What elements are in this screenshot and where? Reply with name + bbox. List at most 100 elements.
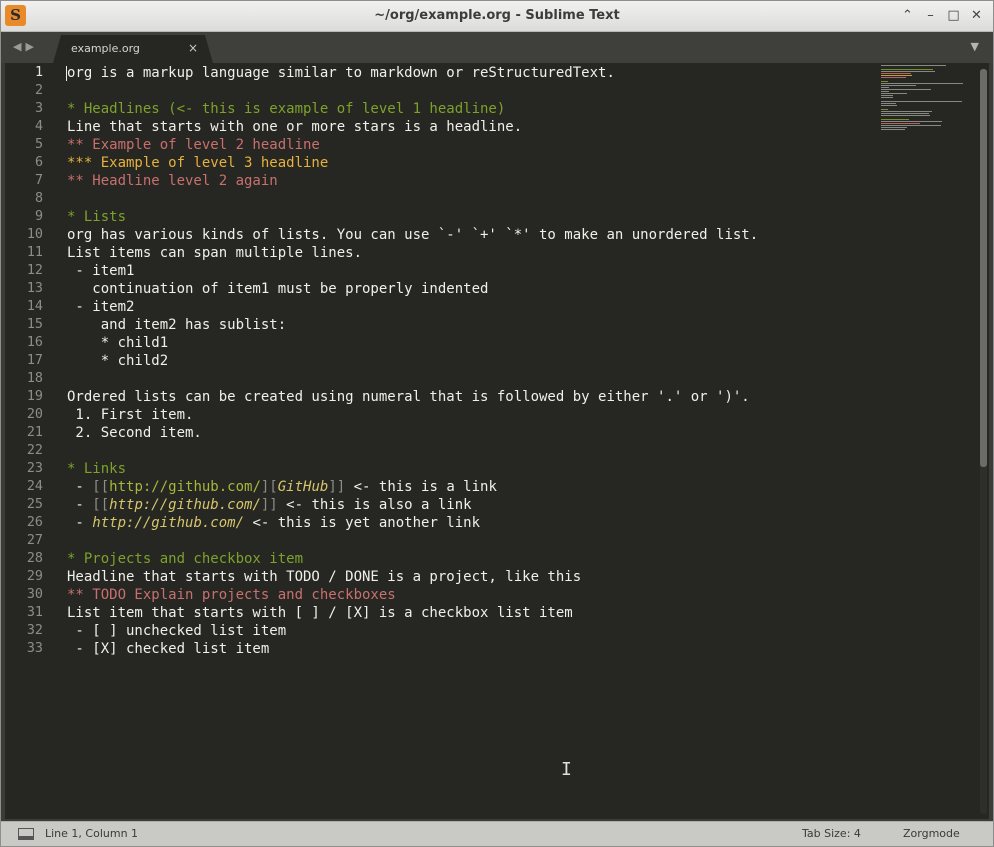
code-line[interactable]: 15 and item2 has sublist: [5,316,885,334]
code-line[interactable]: 26 - http://github.com/ <- this is yet a… [5,514,885,532]
panel-toggle-icon[interactable] [18,828,34,840]
tab-size[interactable]: Tab Size: 4 [802,827,861,840]
line-number: 32 [26,623,43,638]
minimap-line [881,77,906,78]
code-text: * Headlines (<- this is example of level… [67,100,505,118]
minimap-line [881,81,888,82]
code-line[interactable]: 13 continuation of item1 must be properl… [5,280,885,298]
maximize-up-icon[interactable]: ⌃ [899,7,916,24]
code-segment: - item2 [67,299,135,315]
line-number: 29 [26,569,43,584]
maximize-button[interactable]: □ [945,7,962,24]
vertical-scrollbar[interactable] [980,69,987,814]
code-text: org is a markup language similar to mark… [67,64,615,82]
minimap-line [881,113,929,114]
minimap-line [881,105,897,106]
line-number: 15 [26,317,43,332]
tab-example-org[interactable]: example.org × [53,35,213,63]
code-line[interactable]: 16 * child1 [5,334,885,352]
minimap-line [881,103,896,104]
code-line[interactable]: 3 * Headlines (<- this is example of leve… [5,100,885,118]
code-line[interactable]: 30 ** TODO Explain projects and checkboxe… [5,586,885,604]
code-line[interactable]: 19 Ordered lists can be created using num… [5,388,885,406]
code-segment: ]] [328,479,346,495]
code-text: * child2 [67,352,168,370]
code-segment: and item2 has sublist: [67,317,287,333]
code-line[interactable]: 27 [5,532,885,550]
line-number: 6 [34,155,43,170]
code-line[interactable]: 11 List items can span multiple lines. [5,244,885,262]
code-segment: <- this is a link [345,479,497,495]
code-line[interactable]: 33 - [X] checked list item [5,640,885,658]
minimize-button[interactable]: – [922,7,939,24]
code-segment: 2. Second item. [67,425,202,441]
minimap-line [881,89,931,90]
code-line[interactable]: 31 List item that starts with [ ] / [X] i… [5,604,885,622]
minimap-line [881,85,916,86]
code-segment: <- this is also a link [277,497,472,513]
minimap-line [881,69,933,70]
code-segment: * Links [67,461,127,477]
code-line[interactable]: 1 org is a markup language similar to mar… [5,64,885,82]
line-number: 1 [34,65,43,80]
code-text: * Projects and checkbox item [67,550,303,568]
code-line[interactable]: 7 ** Headline level 2 again [5,172,885,190]
code-line[interactable]: 22 [5,442,885,460]
code-segment: Headline that starts with TODO / DONE is… [67,569,582,585]
line-number: 22 [26,443,43,458]
code-line[interactable]: 12 - item1 [5,262,885,280]
code-line[interactable]: 20 1. First item. [5,406,885,424]
line-number: 13 [26,281,43,296]
code-text: ** TODO Explain projects and checkboxes [67,586,396,604]
line-number: 11 [26,245,43,260]
close-button[interactable]: ✕ [968,7,985,24]
minimap[interactable] [881,63,971,133]
code-line[interactable]: 8 [5,190,885,208]
code-segment: - [67,479,93,495]
code-line[interactable]: 9 * Lists [5,208,885,226]
code-text: - item2 [67,298,134,316]
code-segment: * child2 [67,353,169,369]
code-segment: - [67,515,93,531]
code-line[interactable]: 4 Line that starts with one or more stars… [5,118,885,136]
code-segment: ][ [260,479,278,495]
line-number: 20 [26,407,43,422]
tab-close-icon[interactable]: × [188,41,198,55]
code-text: ** Example of level 2 headline [67,136,320,154]
code-line[interactable]: 6 *** Example of level 3 headline [5,154,885,172]
code-line[interactable]: 14 - item2 [5,298,885,316]
tab-nav-arrows-icon[interactable]: ◀▶ [13,40,38,53]
code-line[interactable]: 17 * child2 [5,352,885,370]
code-segment: * Headlines (<- this is example of level… [67,101,506,117]
editor-area[interactable]: 1 org is a markup language similar to mar… [5,63,989,819]
code-line[interactable]: 25 - [[http://github.com/]] <- this is a… [5,496,885,514]
code-line[interactable]: 2 [5,82,885,100]
line-number: 23 [26,461,43,476]
code-line[interactable]: 21 2. Second item. [5,424,885,442]
code-line[interactable]: 32 - [ ] unchecked list item [5,622,885,640]
code-line[interactable]: 10 org has various kinds of lists. You ca… [5,226,885,244]
code-text: List item that starts with [ ] / [X] is … [67,604,573,622]
syntax-mode[interactable]: Zorgmode [903,827,960,840]
line-number: 31 [26,605,43,620]
sublime-window: S ~/org/example.org - Sublime Text ⌃ – □… [0,0,994,847]
line-number: 7 [34,173,43,188]
code-line[interactable]: 5 ** Example of level 2 headline [5,136,885,154]
line-number: 14 [26,299,43,314]
code-line[interactable]: 24 - [[http://github.com/][GitHub]] <- t… [5,478,885,496]
code-line[interactable]: 23 * Links [5,460,885,478]
cursor-position[interactable]: Line 1, Column 1 [45,827,138,840]
minimap-line [881,71,935,72]
scrollbar-thumb[interactable] [980,69,987,467]
status-bar: Line 1, Column 1 Tab Size: 4 Zorgmode [1,821,993,846]
code-line[interactable]: 28 * Projects and checkbox item [5,550,885,568]
tab-menu-chevron-down-icon[interactable]: ▼ [971,40,979,53]
code-text: List items can span multiple lines. [67,244,362,262]
minimap-line [881,97,893,98]
line-number: 8 [34,191,43,206]
minimap-line [881,73,911,74]
code-line[interactable]: 29 Headline that starts with TODO / DONE … [5,568,885,586]
code-text: continuation of item1 must be properly i… [67,280,488,298]
line-number: 21 [26,425,43,440]
code-line[interactable]: 18 [5,370,885,388]
